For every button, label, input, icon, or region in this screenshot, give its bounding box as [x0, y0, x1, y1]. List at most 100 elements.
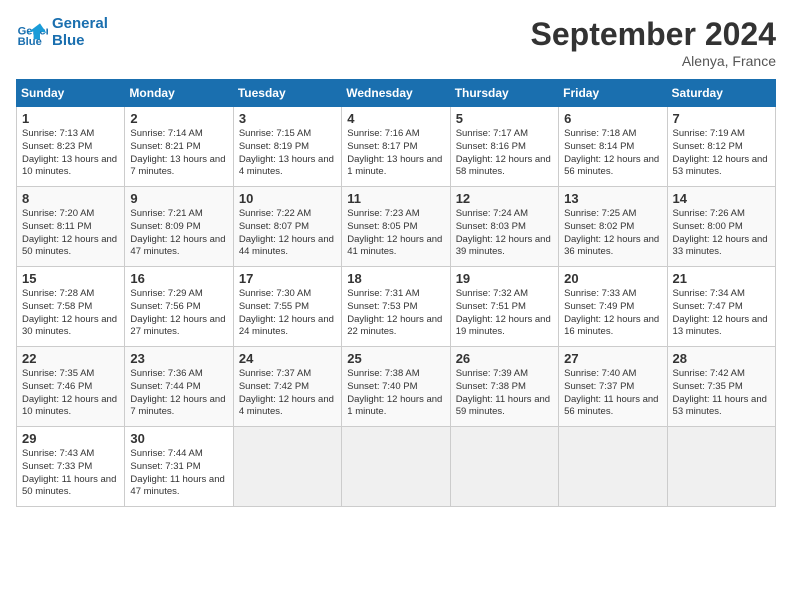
day-number: 16 [130, 271, 227, 286]
day-number: 26 [456, 351, 553, 366]
day-number: 15 [22, 271, 119, 286]
day-cell: 28 Sunrise: 7:42 AMSunset: 7:35 PMDaylig… [667, 347, 775, 427]
col-header-saturday: Saturday [667, 80, 775, 107]
day-content: Sunrise: 7:20 AMSunset: 8:11 PMDaylight:… [22, 208, 117, 257]
day-cell: 12 Sunrise: 7:24 AMSunset: 8:03 PMDaylig… [450, 187, 558, 267]
day-content: Sunrise: 7:18 AMSunset: 8:14 PMDaylight:… [564, 128, 659, 177]
logo-icon: General Blue [16, 17, 48, 49]
day-number: 14 [673, 191, 770, 206]
day-cell: 22 Sunrise: 7:35 AMSunset: 7:46 PMDaylig… [17, 347, 125, 427]
day-cell [233, 427, 341, 507]
day-number: 2 [130, 111, 227, 126]
day-cell: 9 Sunrise: 7:21 AMSunset: 8:09 PMDayligh… [125, 187, 233, 267]
col-header-sunday: Sunday [17, 80, 125, 107]
day-cell: 26 Sunrise: 7:39 AMSunset: 7:38 PMDaylig… [450, 347, 558, 427]
day-content: Sunrise: 7:33 AMSunset: 7:49 PMDaylight:… [564, 288, 659, 337]
day-cell: 20 Sunrise: 7:33 AMSunset: 7:49 PMDaylig… [559, 267, 667, 347]
day-number: 4 [347, 111, 444, 126]
day-cell: 29 Sunrise: 7:43 AMSunset: 7:33 PMDaylig… [17, 427, 125, 507]
day-content: Sunrise: 7:42 AMSunset: 7:35 PMDaylight:… [673, 368, 767, 417]
day-content: Sunrise: 7:37 AMSunset: 7:42 PMDaylight:… [239, 368, 334, 417]
day-cell: 6 Sunrise: 7:18 AMSunset: 8:14 PMDayligh… [559, 107, 667, 187]
day-content: Sunrise: 7:22 AMSunset: 8:07 PMDaylight:… [239, 208, 334, 257]
day-number: 18 [347, 271, 444, 286]
location-title: Alenya, France [531, 53, 776, 69]
day-cell: 3 Sunrise: 7:15 AMSunset: 8:19 PMDayligh… [233, 107, 341, 187]
col-header-thursday: Thursday [450, 80, 558, 107]
day-content: Sunrise: 7:23 AMSunset: 8:05 PMDaylight:… [347, 208, 442, 257]
day-content: Sunrise: 7:31 AMSunset: 7:53 PMDaylight:… [347, 288, 442, 337]
day-cell: 14 Sunrise: 7:26 AMSunset: 8:00 PMDaylig… [667, 187, 775, 267]
day-cell: 23 Sunrise: 7:36 AMSunset: 7:44 PMDaylig… [125, 347, 233, 427]
day-number: 6 [564, 111, 661, 126]
day-cell: 7 Sunrise: 7:19 AMSunset: 8:12 PMDayligh… [667, 107, 775, 187]
day-content: Sunrise: 7:28 AMSunset: 7:58 PMDaylight:… [22, 288, 117, 337]
day-cell: 17 Sunrise: 7:30 AMSunset: 7:55 PMDaylig… [233, 267, 341, 347]
day-cell: 13 Sunrise: 7:25 AMSunset: 8:02 PMDaylig… [559, 187, 667, 267]
col-header-wednesday: Wednesday [342, 80, 450, 107]
day-content: Sunrise: 7:17 AMSunset: 8:16 PMDaylight:… [456, 128, 551, 177]
week-row-5: 29 Sunrise: 7:43 AMSunset: 7:33 PMDaylig… [17, 427, 776, 507]
day-cell: 27 Sunrise: 7:40 AMSunset: 7:37 PMDaylig… [559, 347, 667, 427]
day-content: Sunrise: 7:25 AMSunset: 8:02 PMDaylight:… [564, 208, 659, 257]
day-number: 29 [22, 431, 119, 446]
day-number: 19 [456, 271, 553, 286]
day-cell: 19 Sunrise: 7:32 AMSunset: 7:51 PMDaylig… [450, 267, 558, 347]
day-content: Sunrise: 7:32 AMSunset: 7:51 PMDaylight:… [456, 288, 551, 337]
col-header-friday: Friday [559, 80, 667, 107]
day-cell [342, 427, 450, 507]
day-content: Sunrise: 7:35 AMSunset: 7:46 PMDaylight:… [22, 368, 117, 417]
month-title: September 2024 [531, 16, 776, 53]
day-content: Sunrise: 7:21 AMSunset: 8:09 PMDaylight:… [130, 208, 225, 257]
day-cell: 25 Sunrise: 7:38 AMSunset: 7:40 PMDaylig… [342, 347, 450, 427]
day-number: 13 [564, 191, 661, 206]
calendar-header-row: SundayMondayTuesdayWednesdayThursdayFrid… [17, 80, 776, 107]
day-cell [667, 427, 775, 507]
day-content: Sunrise: 7:36 AMSunset: 7:44 PMDaylight:… [130, 368, 225, 417]
day-number: 30 [130, 431, 227, 446]
day-content: Sunrise: 7:43 AMSunset: 7:33 PMDaylight:… [22, 448, 116, 497]
calendar-body: 1 Sunrise: 7:13 AMSunset: 8:23 PMDayligh… [17, 107, 776, 507]
day-number: 27 [564, 351, 661, 366]
logo-line1: General [52, 16, 108, 33]
calendar-table: SundayMondayTuesdayWednesdayThursdayFrid… [16, 79, 776, 507]
day-content: Sunrise: 7:16 AMSunset: 8:17 PMDaylight:… [347, 128, 442, 177]
day-content: Sunrise: 7:39 AMSunset: 7:38 PMDaylight:… [456, 368, 550, 417]
day-content: Sunrise: 7:29 AMSunset: 7:56 PMDaylight:… [130, 288, 225, 337]
title-block: September 2024 Alenya, France [531, 16, 776, 69]
week-row-3: 15 Sunrise: 7:28 AMSunset: 7:58 PMDaylig… [17, 267, 776, 347]
week-row-2: 8 Sunrise: 7:20 AMSunset: 8:11 PMDayligh… [17, 187, 776, 267]
day-number: 20 [564, 271, 661, 286]
day-number: 22 [22, 351, 119, 366]
day-number: 24 [239, 351, 336, 366]
day-cell: 21 Sunrise: 7:34 AMSunset: 7:47 PMDaylig… [667, 267, 775, 347]
day-content: Sunrise: 7:15 AMSunset: 8:19 PMDaylight:… [239, 128, 334, 177]
day-number: 23 [130, 351, 227, 366]
day-content: Sunrise: 7:26 AMSunset: 8:00 PMDaylight:… [673, 208, 768, 257]
week-row-4: 22 Sunrise: 7:35 AMSunset: 7:46 PMDaylig… [17, 347, 776, 427]
day-cell: 18 Sunrise: 7:31 AMSunset: 7:53 PMDaylig… [342, 267, 450, 347]
day-cell: 10 Sunrise: 7:22 AMSunset: 8:07 PMDaylig… [233, 187, 341, 267]
day-content: Sunrise: 7:34 AMSunset: 7:47 PMDaylight:… [673, 288, 768, 337]
day-cell: 11 Sunrise: 7:23 AMSunset: 8:05 PMDaylig… [342, 187, 450, 267]
day-content: Sunrise: 7:38 AMSunset: 7:40 PMDaylight:… [347, 368, 442, 417]
day-number: 8 [22, 191, 119, 206]
logo-line2: Blue [52, 33, 108, 50]
col-header-monday: Monday [125, 80, 233, 107]
day-cell: 1 Sunrise: 7:13 AMSunset: 8:23 PMDayligh… [17, 107, 125, 187]
logo: General Blue General Blue [16, 16, 108, 49]
day-number: 9 [130, 191, 227, 206]
day-cell: 5 Sunrise: 7:17 AMSunset: 8:16 PMDayligh… [450, 107, 558, 187]
day-number: 12 [456, 191, 553, 206]
day-cell [559, 427, 667, 507]
day-cell [450, 427, 558, 507]
day-content: Sunrise: 7:44 AMSunset: 7:31 PMDaylight:… [130, 448, 224, 497]
day-number: 7 [673, 111, 770, 126]
week-row-1: 1 Sunrise: 7:13 AMSunset: 8:23 PMDayligh… [17, 107, 776, 187]
day-number: 17 [239, 271, 336, 286]
day-content: Sunrise: 7:14 AMSunset: 8:21 PMDaylight:… [130, 128, 225, 177]
day-number: 11 [347, 191, 444, 206]
day-content: Sunrise: 7:19 AMSunset: 8:12 PMDaylight:… [673, 128, 768, 177]
day-cell: 16 Sunrise: 7:29 AMSunset: 7:56 PMDaylig… [125, 267, 233, 347]
day-cell: 30 Sunrise: 7:44 AMSunset: 7:31 PMDaylig… [125, 427, 233, 507]
